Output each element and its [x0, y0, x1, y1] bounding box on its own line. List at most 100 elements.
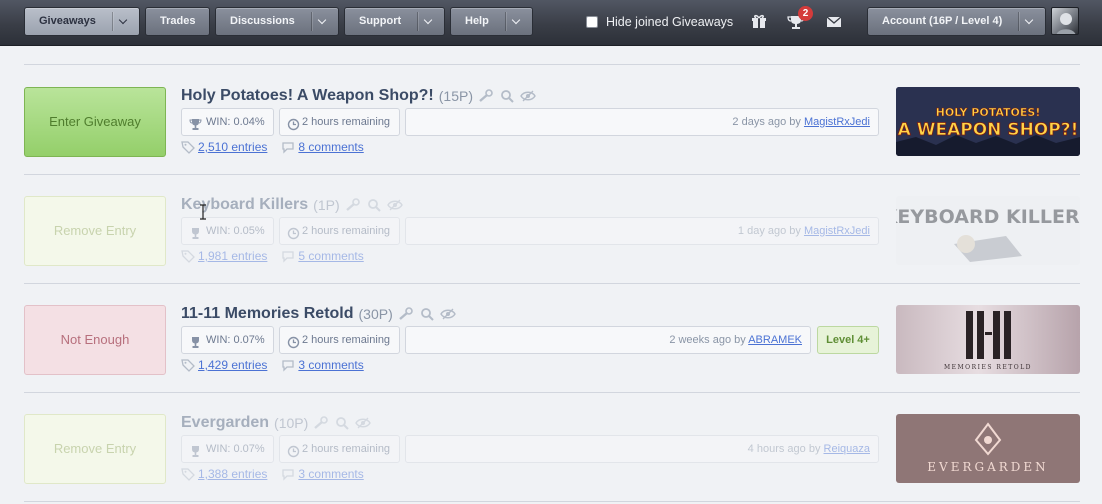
- game-title-link[interactable]: 11-11 Memories Retold: [181, 305, 354, 323]
- win-chance-box: WIN: 0.04%: [181, 108, 274, 136]
- won-count-badge: 2: [798, 6, 813, 21]
- hide-eye-icon[interactable]: [386, 197, 403, 213]
- giveaway-heading: Keyboard Killers (1P): [181, 195, 403, 215]
- time-remaining-box: 2 hours remaining: [279, 326, 400, 354]
- search-icon[interactable]: [499, 88, 515, 104]
- avatar[interactable]: [1051, 7, 1079, 35]
- hide-eye-icon[interactable]: [439, 306, 456, 322]
- time-remaining-text: 2 hours remaining: [302, 334, 391, 346]
- hide-eye-icon[interactable]: [355, 415, 372, 431]
- nav-separator: [112, 12, 113, 31]
- comment-icon: [281, 467, 295, 481]
- entries-link[interactable]: 1,429 entries: [198, 358, 267, 372]
- nav-separator: [1018, 12, 1019, 31]
- game-thumbnail[interactable]: MEMORIES RETOLD: [896, 305, 1080, 374]
- time-remaining-text: 2 hours remaining: [302, 443, 391, 455]
- created-ago-text: 2 weeks ago by: [669, 334, 746, 346]
- text-cursor-icon: [200, 204, 206, 220]
- comments-link[interactable]: 3 comments: [298, 358, 363, 372]
- nav-trades-button[interactable]: Trades: [145, 7, 210, 36]
- entries-link[interactable]: 1,981 entries: [198, 249, 267, 263]
- svg-text:A WEAPON SHOP?!: A WEAPON SHOP?!: [898, 120, 1079, 140]
- comment-icon: [281, 249, 295, 263]
- nav-giveaways-label: Giveaways: [39, 15, 96, 27]
- nav-separator: [505, 12, 506, 31]
- nav-trades-label: Trades: [160, 15, 196, 27]
- chevron-down-icon[interactable]: [316, 8, 330, 35]
- clock-icon: [287, 224, 300, 240]
- svg-text:KEYBOARD KILLERS: KEYBOARD KILLERS: [896, 206, 1080, 228]
- chevron-down-icon[interactable]: [510, 8, 524, 35]
- comment-icon: [281, 140, 295, 154]
- search-icon[interactable]: [334, 415, 350, 431]
- steam-icon[interactable]: [345, 197, 361, 213]
- search-icon[interactable]: [366, 197, 382, 213]
- creator-box: 2 days ago by MagistRxJedi: [405, 108, 879, 136]
- win-chance-box: WIN: 0.07%: [181, 326, 274, 354]
- entries-link[interactable]: 2,510 entries: [198, 140, 267, 154]
- creator-link[interactable]: ABRAMEK: [748, 334, 802, 346]
- list-top-divider: [24, 64, 1080, 65]
- win-chance-box: WIN: 0.07%: [181, 435, 274, 463]
- game-title-link[interactable]: Evergarden: [181, 414, 269, 432]
- game-thumbnail[interactable]: KEYBOARD KILLERS: [896, 196, 1080, 265]
- entries-link[interactable]: 1,388 entries: [198, 467, 267, 481]
- win-chance-text: WIN: 0.05%: [206, 225, 265, 237]
- time-remaining-box: 2 hours remaining: [279, 108, 400, 136]
- trophy-icon: [189, 442, 202, 457]
- comment-icon: [281, 358, 295, 372]
- account-button[interactable]: Account (16P / Level 4): [867, 7, 1046, 36]
- chevron-down-icon[interactable]: [422, 8, 436, 35]
- giveaway-links: 1,981 entries 5 comments: [181, 247, 364, 265]
- steam-icon[interactable]: [478, 88, 494, 104]
- creator-box: 4 hours ago by Reiquaza: [405, 435, 879, 463]
- hide-joined-checkbox[interactable]: [586, 16, 598, 28]
- win-chance-text: WIN: 0.07%: [206, 443, 265, 455]
- gift-icon[interactable]: [748, 11, 770, 33]
- nav-help-button[interactable]: Help: [450, 7, 533, 36]
- svg-text:HOLY POTATOES!: HOLY POTATOES!: [936, 106, 1041, 119]
- game-title-link[interactable]: Holy Potatoes! A Weapon Shop?!: [181, 87, 434, 105]
- remove-entry-button[interactable]: Remove Entry: [24, 196, 166, 266]
- row-divider: [24, 501, 1080, 502]
- tag-icon: [181, 467, 195, 481]
- nav-discussions-button[interactable]: Discussions: [215, 7, 339, 36]
- trophy-icon: [189, 333, 202, 348]
- points-cost: (30P): [358, 306, 393, 322]
- comments-link[interactable]: 8 comments: [298, 140, 363, 154]
- giveaway-links: 2,510 entries 8 comments: [181, 138, 364, 156]
- envelope-icon[interactable]: [823, 11, 845, 33]
- nav-discussions-label: Discussions: [230, 15, 295, 27]
- giveaway-links: 1,429 entries 3 comments: [181, 356, 364, 374]
- chevron-down-icon[interactable]: [117, 8, 131, 35]
- level-requirement-badge: Level 4+: [817, 326, 879, 354]
- points-cost: (10P): [274, 415, 309, 431]
- time-remaining-box: 2 hours remaining: [279, 217, 400, 245]
- creator-link[interactable]: MagistRxJedi: [804, 225, 870, 237]
- steam-icon[interactable]: [398, 306, 414, 322]
- steam-icon[interactable]: [313, 415, 329, 431]
- game-thumbnail[interactable]: HOLY POTATOES! A WEAPON SHOP?!: [896, 87, 1080, 156]
- hide-joined-toggle[interactable]: Hide joined Giveaways: [586, 13, 733, 31]
- giveaway-row: Not Enough 11-11 Memories Retold (30P) W…: [24, 284, 1080, 393]
- comments-link[interactable]: 3 comments: [298, 467, 363, 481]
- creator-box: 2 weeks ago by ABRAMEK: [405, 326, 811, 354]
- trophy-icon: [189, 115, 202, 130]
- hide-eye-icon[interactable]: [520, 88, 536, 104]
- enter-giveaway-button[interactable]: Enter Giveaway: [24, 87, 166, 157]
- comments-link[interactable]: 5 comments: [298, 249, 363, 263]
- nav-support-button[interactable]: Support: [344, 7, 445, 36]
- win-chance-box: WIN: 0.05%: [181, 217, 274, 245]
- svg-text:EVERGARDEN: EVERGARDEN: [927, 460, 1048, 474]
- creator-link[interactable]: Reiquaza: [824, 443, 870, 455]
- search-icon[interactable]: [419, 306, 435, 322]
- nav-giveaways-button[interactable]: Giveaways: [24, 7, 140, 36]
- not-enough-points-button[interactable]: Not Enough: [24, 305, 166, 375]
- remove-entry-button[interactable]: Remove Entry: [24, 414, 166, 484]
- giveaway-row: Remove Entry Evergarden (10P) WIN: 0.07%…: [24, 393, 1080, 502]
- creator-link[interactable]: MagistRxJedi: [804, 116, 870, 128]
- giveaway-heading: Evergarden (10P): [181, 413, 372, 433]
- chevron-down-icon[interactable]: [1023, 8, 1037, 35]
- win-chance-text: WIN: 0.07%: [206, 334, 265, 346]
- game-thumbnail[interactable]: EVERGARDEN: [896, 414, 1080, 483]
